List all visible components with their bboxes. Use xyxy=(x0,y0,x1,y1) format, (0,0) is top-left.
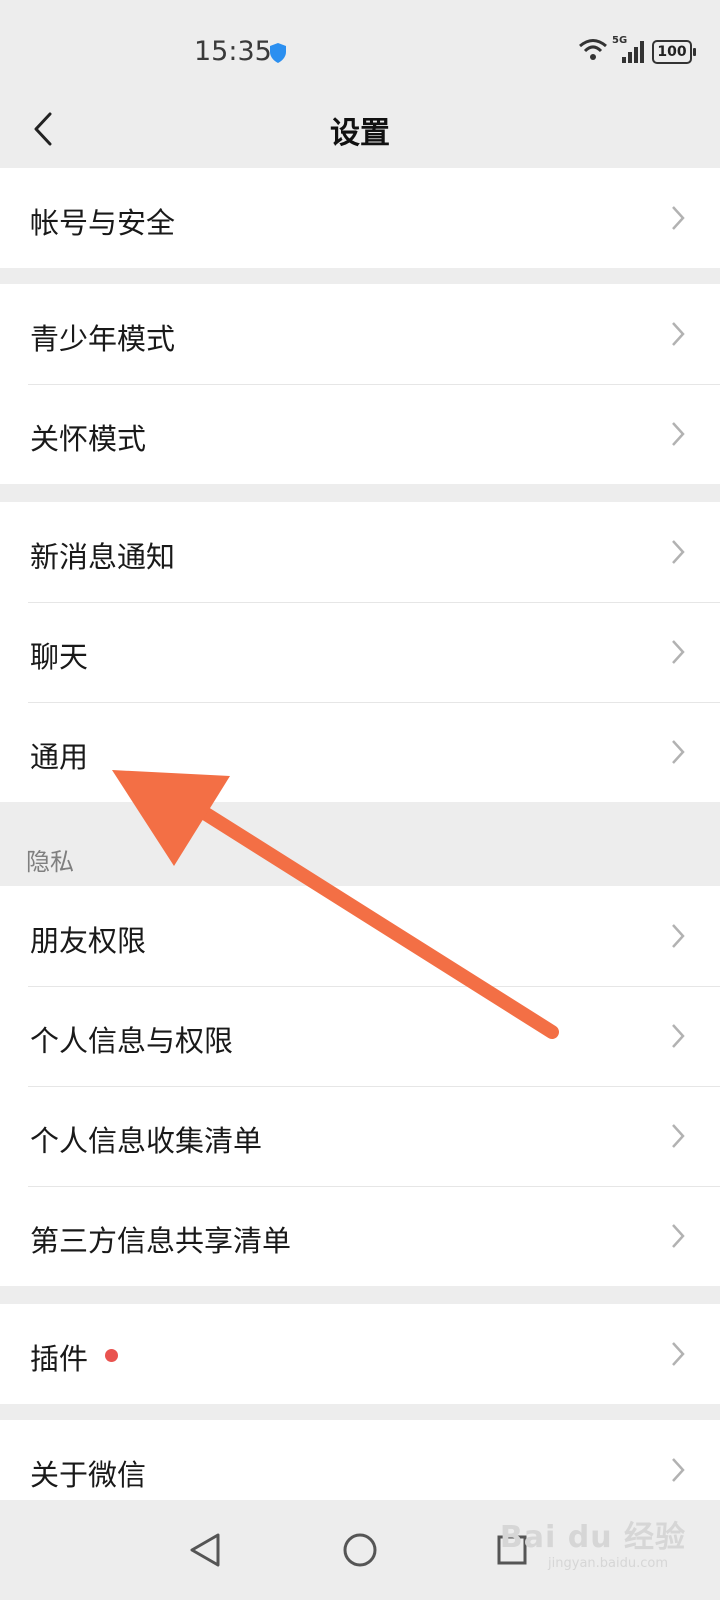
back-triangle-icon[interactable] xyxy=(180,1525,230,1575)
home-circle-icon[interactable] xyxy=(335,1525,385,1575)
settings-row-info-collection-list[interactable]: 个人信息收集清单 xyxy=(0,1086,720,1186)
chevron-right-icon xyxy=(672,422,685,446)
row-label: 第三方信息共享清单 xyxy=(30,1224,292,1258)
settings-group-account: 帐号与安全 xyxy=(0,168,720,268)
status-time: 15:35 xyxy=(194,36,272,67)
shield-icon xyxy=(268,42,288,68)
settings-row-general[interactable]: 通用 xyxy=(0,702,720,802)
settings-row-third-party-sharing-list[interactable]: 第三方信息共享清单 xyxy=(0,1186,720,1286)
settings-row-personal-info-permissions[interactable]: 个人信息与权限 xyxy=(0,986,720,1086)
row-label: 青少年模式 xyxy=(30,322,176,356)
row-label: 通用 xyxy=(30,740,89,774)
row-label: 个人信息与权限 xyxy=(30,1024,234,1058)
chevron-right-icon xyxy=(672,206,685,230)
row-label: 新消息通知 xyxy=(30,540,176,574)
chevron-right-icon xyxy=(672,1124,685,1148)
chevron-right-icon xyxy=(672,640,685,664)
chevron-right-icon xyxy=(672,1342,685,1366)
settings-row-chat[interactable]: 聊天 xyxy=(0,602,720,702)
settings-group-plugins: 插件 xyxy=(0,1304,720,1404)
settings-row-notifications[interactable]: 新消息通知 xyxy=(0,502,720,602)
nav-bar: 设置 xyxy=(0,90,720,170)
row-label: 关于微信 xyxy=(30,1458,147,1492)
chevron-right-icon xyxy=(672,1024,685,1048)
settings-row-care-mode[interactable]: 关怀模式 xyxy=(0,384,720,484)
row-label: 关怀模式 xyxy=(30,422,147,456)
settings-group-privacy: 朋友权限 个人信息与权限 个人信息收集清单 第三方信息共享清单 xyxy=(0,886,720,1286)
row-label: 个人信息收集清单 xyxy=(30,1124,263,1158)
signal-icon: 5G xyxy=(612,35,646,65)
row-label: 聊天 xyxy=(30,640,89,674)
wifi-icon xyxy=(578,38,608,66)
chevron-right-icon xyxy=(672,924,685,948)
settings-row-friend-permissions[interactable]: 朋友权限 xyxy=(0,886,720,986)
chevron-right-icon xyxy=(672,322,685,346)
battery-icon: 100 xyxy=(652,40,696,64)
status-bar: 15:35 5G 100 xyxy=(0,0,720,90)
settings-group-general: 新消息通知 聊天 通用 xyxy=(0,502,720,802)
row-label: 插件 xyxy=(30,1342,89,1376)
chevron-right-icon xyxy=(672,1458,685,1482)
watermark-logo: Bai du 经验 xyxy=(499,1520,686,1555)
row-label: 朋友权限 xyxy=(30,924,147,958)
row-label: 帐号与安全 xyxy=(30,206,176,240)
section-header-privacy: 隐私 xyxy=(26,848,74,876)
settings-row-plugins[interactable]: 插件 xyxy=(0,1304,720,1404)
settings-row-teen-mode[interactable]: 青少年模式 xyxy=(0,284,720,384)
chevron-right-icon xyxy=(672,540,685,564)
settings-group-modes: 青少年模式 关怀模式 xyxy=(0,284,720,484)
page-title: 设置 xyxy=(330,116,390,151)
chevron-right-icon xyxy=(672,740,685,764)
chevron-right-icon xyxy=(672,1224,685,1248)
watermark-url: jingyan.baidu.com xyxy=(548,1556,668,1571)
status-icons: 5G 100 xyxy=(578,35,696,66)
settings-row-account-security[interactable]: 帐号与安全 xyxy=(0,168,720,268)
red-dot-badge xyxy=(105,1349,118,1362)
